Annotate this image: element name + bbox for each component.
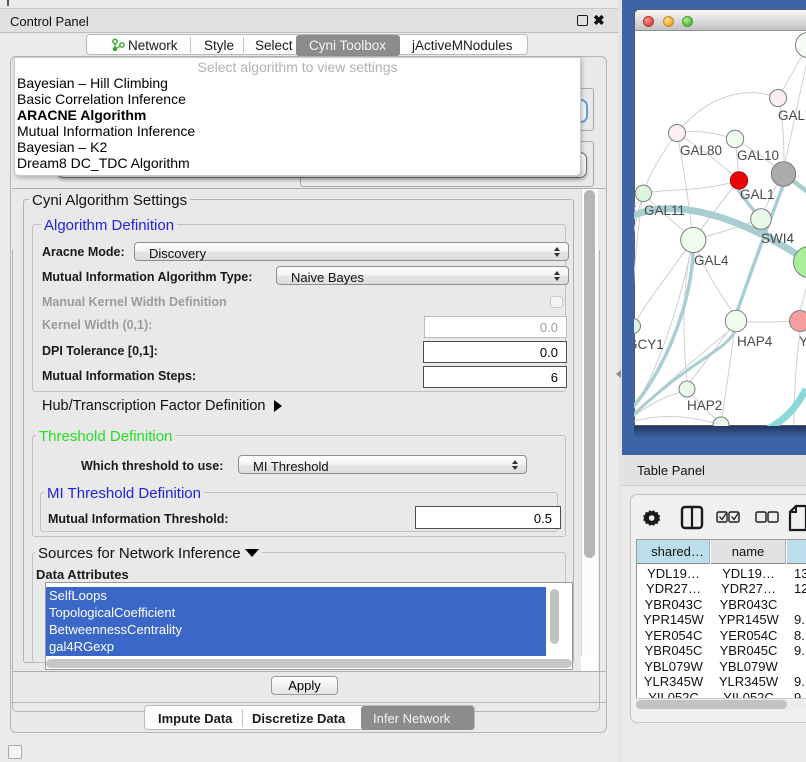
svg-text:GAL10: GAL10: [737, 148, 779, 163]
svg-text:GAL7: GAL7: [778, 108, 806, 123]
svg-text:GCY1: GCY1: [634, 337, 664, 352]
svg-text:GAL4: GAL4: [694, 253, 729, 268]
svg-text:GAL80: GAL80: [680, 143, 722, 158]
svg-text:HAP2: HAP2: [687, 398, 722, 413]
svg-text:Y: Y: [799, 334, 806, 349]
svg-text:GAL11: GAL11: [644, 203, 685, 218]
svg-text:SWI4: SWI4: [761, 231, 794, 246]
svg-text:GAL1: GAL1: [740, 187, 775, 202]
svg-text:HAP4: HAP4: [737, 334, 773, 349]
